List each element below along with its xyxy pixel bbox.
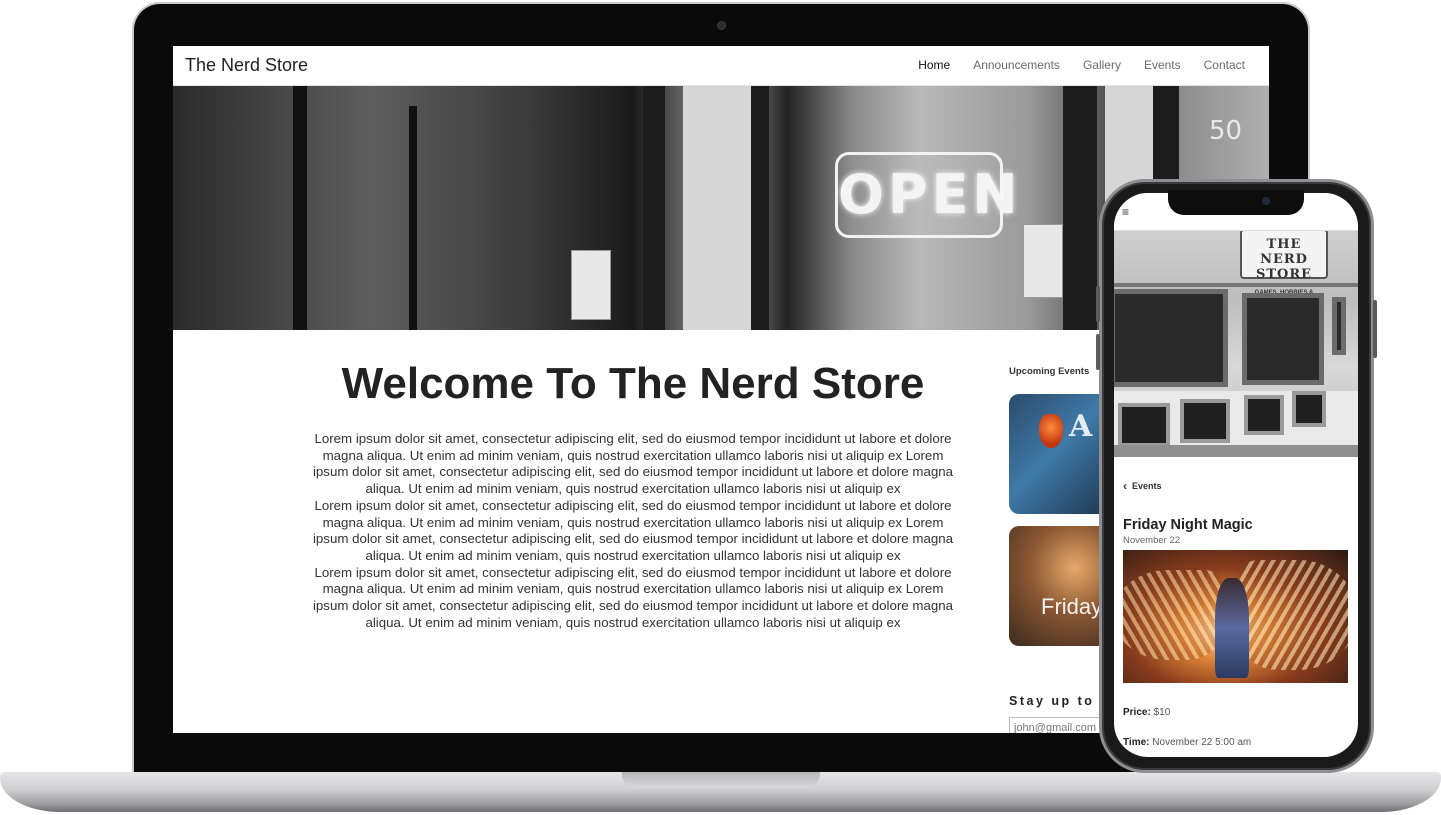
angel-wing-left bbox=[1123, 570, 1223, 660]
phone-volume-button bbox=[1096, 286, 1100, 322]
back-to-events-link[interactable]: ‹ Events bbox=[1123, 479, 1162, 493]
store-sign-logo: THE NERD STORE bbox=[1255, 237, 1313, 282]
time-value: November 22 5:00 am bbox=[1152, 737, 1252, 748]
nav-announcements[interactable]: Announcements bbox=[973, 58, 1060, 72]
storefront-window bbox=[1332, 297, 1346, 355]
page-title: Welcome To The Nerd Store bbox=[341, 359, 925, 408]
price-label: Price: bbox=[1123, 707, 1151, 718]
nav-links: Home Announcements Gallery Events Contac… bbox=[918, 58, 1245, 72]
address-number: 50 bbox=[1209, 116, 1243, 146]
laptop-lid-notch bbox=[622, 772, 820, 788]
time-label: Time: bbox=[1123, 737, 1150, 748]
back-label: Events bbox=[1132, 481, 1162, 491]
wall-panel bbox=[1180, 399, 1230, 443]
facade-band bbox=[1114, 283, 1358, 287]
site-navbar: The Nerd Store Home Announcements Galler… bbox=[173, 46, 1269, 86]
window-frame bbox=[1063, 86, 1097, 330]
store-sign: THE NERD STORE GAMES, HOBBIES & COLLECTI… bbox=[1240, 231, 1328, 302]
chevron-left-icon: ‹ bbox=[1123, 479, 1127, 493]
wall-panel bbox=[1244, 395, 1284, 435]
paragraph: Lorem ipsum dolor sit amet, consectetur … bbox=[312, 497, 954, 563]
event-title: Friday Night Magic bbox=[1123, 517, 1253, 533]
nav-home[interactable]: Home bbox=[918, 58, 950, 72]
mobile-screen: ≡ The Nerd Store THE NERD STORE GAMES, H… bbox=[1114, 193, 1358, 757]
paragraph: Lorem ipsum dolor sit amet, consectetur … bbox=[312, 564, 954, 630]
storefront-window bbox=[1242, 293, 1324, 385]
wall-panel bbox=[1118, 403, 1170, 447]
wall-panel bbox=[1292, 391, 1326, 427]
laptop-camera bbox=[717, 21, 726, 30]
card-set-text: A bbox=[1069, 409, 1093, 444]
storefront-window bbox=[1114, 289, 1228, 387]
phone-notch bbox=[1168, 190, 1304, 215]
phone-camera bbox=[1262, 197, 1270, 205]
tree-trunk bbox=[293, 86, 307, 330]
angel-wing-right bbox=[1238, 560, 1348, 670]
open-neon-sign: OPEN bbox=[835, 152, 1018, 238]
sidewalk bbox=[1114, 445, 1358, 457]
mobile-hero-image: THE NERD STORE GAMES, HOBBIES & COLLECTI… bbox=[1114, 231, 1358, 457]
magic-logo-icon bbox=[1039, 414, 1063, 448]
body-text: Lorem ipsum dolor sit amet, consectetur … bbox=[308, 431, 958, 631]
lamp-post bbox=[409, 106, 417, 330]
window-frame bbox=[751, 86, 769, 330]
site-brand[interactable]: The Nerd Store bbox=[185, 55, 308, 76]
door-pillar bbox=[683, 86, 751, 330]
event-image bbox=[1123, 550, 1348, 683]
event-card-label: Friday bbox=[1041, 594, 1103, 619]
phone-power-button bbox=[1373, 300, 1377, 358]
poster bbox=[571, 250, 611, 320]
poster bbox=[1023, 224, 1063, 298]
nav-contact[interactable]: Contact bbox=[1204, 58, 1245, 72]
paragraph: Lorem ipsum dolor sit amet, consectetur … bbox=[312, 431, 954, 497]
phone-volume-button bbox=[1096, 334, 1100, 370]
nav-events[interactable]: Events bbox=[1144, 58, 1181, 72]
window-frame bbox=[643, 86, 665, 330]
event-date: November 22 bbox=[1123, 535, 1181, 546]
angel-figure bbox=[1215, 578, 1249, 678]
nav-gallery[interactable]: Gallery bbox=[1083, 58, 1121, 72]
newsletter-label: Stay up to D bbox=[1009, 694, 1112, 708]
event-time: Time: November 22 5:00 am bbox=[1123, 737, 1251, 748]
upcoming-events-title: Upcoming Events bbox=[1009, 366, 1090, 377]
event-price: Price: $10 bbox=[1123, 707, 1170, 718]
price-value: $10 bbox=[1153, 707, 1171, 718]
